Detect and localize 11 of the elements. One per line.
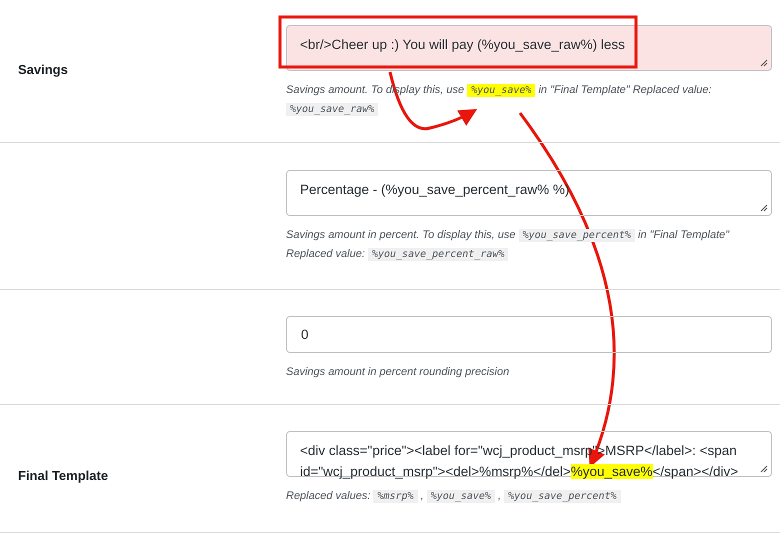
input-field[interactable]: 0: [286, 316, 772, 353]
resize-handle-icon[interactable]: [760, 465, 768, 473]
field-description: Savings amount in percent rounding precision: [286, 365, 510, 380]
resize-handle-icon[interactable]: [760, 59, 768, 67]
field-description: Savings amount in percent. To display this, use %you_save_percent% in "Final Template" Replaced value: %you_save_percent_raw%: [286, 228, 730, 263]
resize-handle-icon[interactable]: [760, 204, 768, 212]
text-area[interactable]: <br/>Cheer up :) You will pay (%you_save_raw%) less: [286, 25, 772, 71]
field-label: Savings: [18, 61, 68, 80]
field-label: Final Template: [18, 467, 108, 486]
text-area[interactable]: Percentage - (%you_save_percent_raw% %): [286, 170, 772, 216]
field-description: Replaced values: %msrp% , %you_save% , %you_save_percent%: [286, 487, 772, 506]
